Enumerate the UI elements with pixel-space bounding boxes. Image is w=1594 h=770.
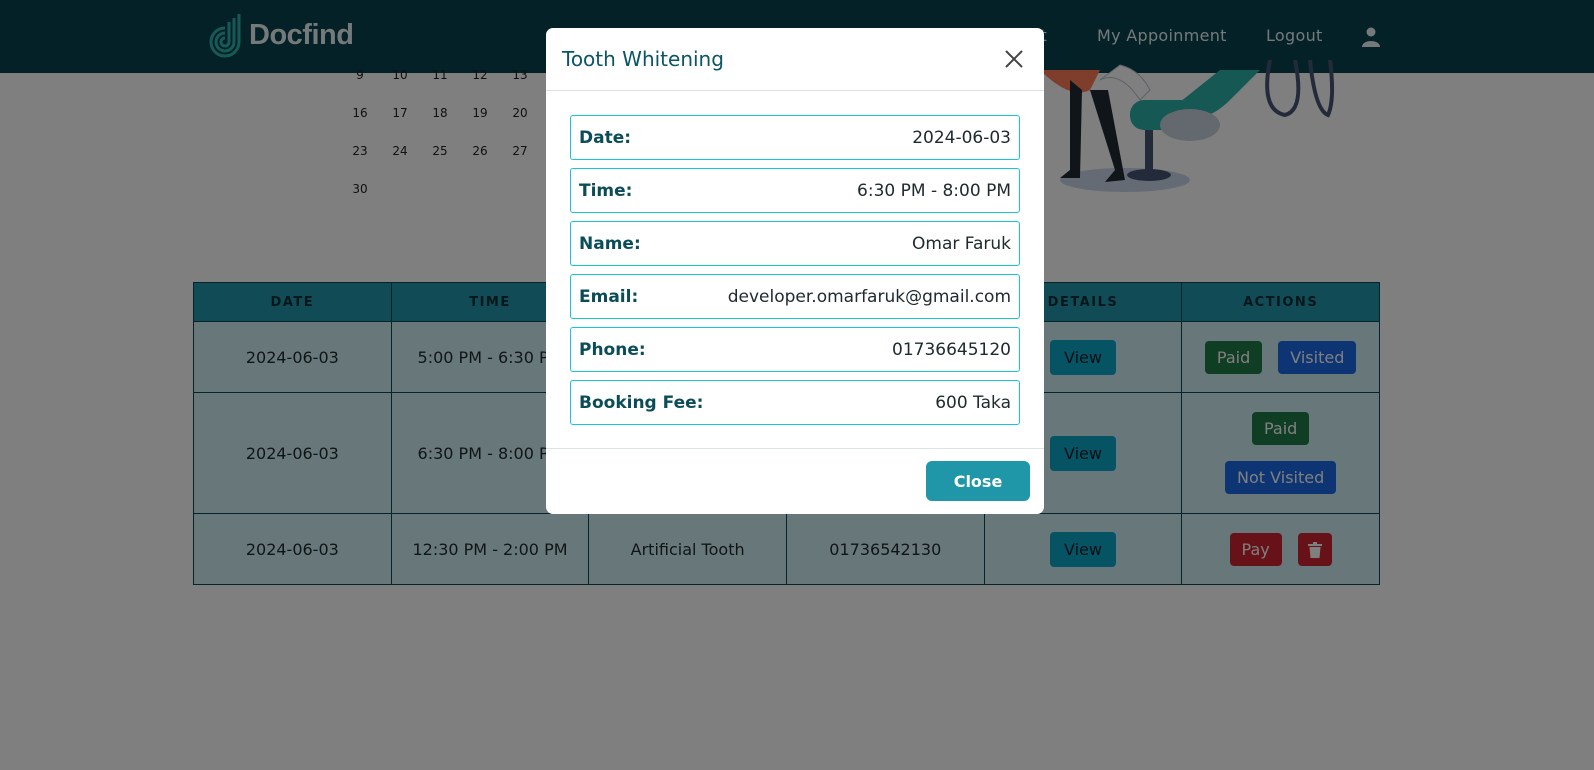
detail-label: Phone: [579, 339, 646, 360]
detail-value: 2024-06-03 [912, 127, 1011, 148]
close-icon[interactable] [1004, 49, 1024, 69]
detail-value: Omar Faruk [912, 233, 1011, 254]
detail-label: Date: [579, 127, 632, 148]
close-button[interactable]: Close [926, 461, 1030, 501]
detail-value: developer.omarfaruk@gmail.com [727, 286, 1011, 307]
detail-value: 01736645120 [892, 339, 1011, 360]
detail-value: 6:30 PM - 8:00 PM [857, 180, 1011, 201]
detail-row-name: Name: Omar Faruk [570, 221, 1020, 266]
detail-label: Email: [579, 286, 639, 307]
detail-value: 600 Taka [935, 392, 1011, 413]
detail-label: Name: [579, 233, 641, 254]
detail-row-booking-fee: Booking Fee: 600 Taka [570, 380, 1020, 425]
detail-row-date: Date: 2024-06-03 [570, 115, 1020, 160]
appointment-details-modal: Tooth Whitening Date: 2024-06-03 Time: 6… [546, 28, 1044, 514]
detail-row-phone: Phone: 01736645120 [570, 327, 1020, 372]
detail-row-time: Time: 6:30 PM - 8:00 PM [570, 168, 1020, 213]
detail-row-email: Email: developer.omarfaruk@gmail.com [570, 274, 1020, 319]
modal-footer: Close [546, 448, 1044, 514]
modal-header: Tooth Whitening [546, 28, 1044, 91]
appointment-detail-list: Date: 2024-06-03 Time: 6:30 PM - 8:00 PM… [570, 115, 1020, 433]
detail-label: Booking Fee: [579, 392, 704, 413]
detail-label: Time: [579, 180, 633, 201]
modal-title: Tooth Whitening [562, 47, 724, 71]
